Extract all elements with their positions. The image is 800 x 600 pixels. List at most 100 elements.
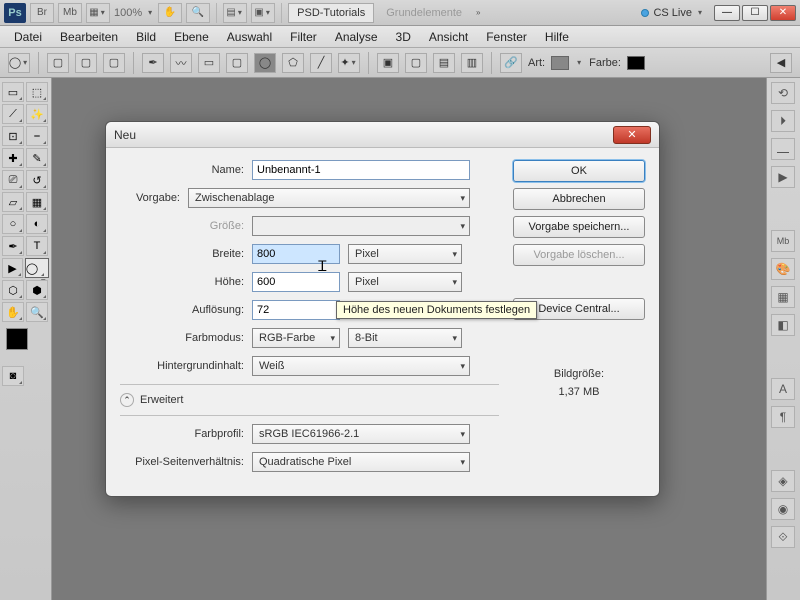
foreground-background-swatch[interactable] — [2, 328, 48, 362]
shape-tool-icon[interactable]: ◯ — [25, 258, 49, 278]
collapse-icon[interactable]: ◀ — [770, 53, 792, 73]
menu-fenster[interactable]: Fenster — [478, 28, 535, 46]
eraser-tool-icon[interactable]: ▱ — [2, 192, 24, 212]
preset-select[interactable]: Zwischenablage — [188, 188, 470, 208]
menu-bearbeiten[interactable]: Bearbeiten — [52, 28, 126, 46]
bit-depth-select[interactable]: 8-Bit — [348, 328, 462, 348]
dialog-titlebar[interactable]: Neu ✕ — [106, 122, 659, 148]
zoom-tool-icon[interactable]: 🔍 — [26, 302, 48, 322]
combine-intersect-icon[interactable]: ▤ — [433, 53, 455, 73]
layers-panel-icon[interactable]: ◈ — [771, 470, 795, 492]
workspace-tab[interactable]: Grundelemente — [378, 4, 470, 22]
minimize-button[interactable]: — — [714, 5, 740, 21]
paths-icon[interactable]: ▢ — [75, 53, 97, 73]
tool-preset-icon[interactable]: ◯▾ — [8, 53, 30, 73]
pen-tool-icon[interactable]: ✒ — [2, 236, 24, 256]
properties-panel-icon[interactable]: ⎼ — [771, 138, 795, 160]
hand-tool-icon[interactable]: ✋ — [158, 3, 182, 23]
brush-tool-icon[interactable]: ✎ — [26, 148, 48, 168]
width-unit-select[interactable]: Pixel — [348, 244, 462, 264]
arrange-docs-icon[interactable]: ▤▾ — [223, 3, 247, 23]
menu-3d[interactable]: 3D — [388, 28, 419, 46]
combine-add-icon[interactable]: ▣ — [377, 53, 399, 73]
color-profile-select[interactable]: sRGB IEC61966-2.1 — [252, 424, 470, 444]
history-panel-icon[interactable]: ⟲ — [771, 82, 795, 104]
ellipse-shape-icon[interactable]: ◯ — [254, 53, 276, 73]
3d-camera-icon[interactable]: ⬢ — [26, 280, 48, 300]
color-mode-select[interactable]: RGB-Farbe — [252, 328, 340, 348]
more-workspaces-icon[interactable]: » — [474, 8, 482, 17]
color-swatch[interactable] — [627, 56, 645, 70]
pixel-aspect-select[interactable]: Quadratische Pixel — [252, 452, 470, 472]
combine-subtract-icon[interactable]: ▢ — [405, 53, 427, 73]
background-select[interactable]: Weiß — [252, 356, 470, 376]
blur-tool-icon[interactable]: ○ — [2, 214, 24, 234]
menu-filter[interactable]: Filter — [282, 28, 325, 46]
channels-panel-icon[interactable]: ◉ — [771, 498, 795, 520]
healing-tool-icon[interactable]: ✚ — [2, 148, 24, 168]
paragraph-panel-icon[interactable]: ¶ — [771, 406, 795, 428]
menu-hilfe[interactable]: Hilfe — [537, 28, 577, 46]
advanced-toggle[interactable]: ⌃ Erweitert — [120, 393, 499, 407]
eyedropper-tool-icon[interactable]: ⎯ — [26, 126, 48, 146]
pen-icon[interactable]: ✒ — [142, 53, 164, 73]
crop-tool-icon[interactable]: ⊡ — [2, 126, 24, 146]
resolution-input[interactable] — [252, 300, 340, 320]
chevron-down-icon[interactable]: ▾ — [146, 8, 154, 17]
stamp-tool-icon[interactable]: ⎚ — [2, 170, 24, 190]
maximize-button[interactable]: ☐ — [742, 5, 768, 21]
workspace-tab-active[interactable]: PSD-Tutorials — [288, 3, 374, 23]
3d-tool-icon[interactable]: ⬡ — [2, 280, 24, 300]
line-shape-icon[interactable]: ╱ — [310, 53, 332, 73]
swatches-panel-icon[interactable]: ▦ — [771, 286, 795, 308]
polygon-shape-icon[interactable]: ⬠ — [282, 53, 304, 73]
styles-panel-icon[interactable]: ◧ — [771, 314, 795, 336]
link-icon[interactable]: 🔗 — [500, 53, 522, 73]
cslive-button[interactable]: CS Live▾ — [635, 7, 710, 19]
shape-layers-icon[interactable]: ▢ — [47, 53, 69, 73]
ok-button[interactable]: OK — [513, 160, 645, 182]
screen-mode-icon[interactable]: ▣▾ — [251, 3, 275, 23]
freeform-pen-icon[interactable]: 〰 — [170, 53, 192, 73]
hand-tool-icon[interactable]: ✋ — [2, 302, 24, 322]
minibridge-panel-icon[interactable]: Mb — [771, 230, 795, 252]
menu-bild[interactable]: Bild — [128, 28, 164, 46]
path-select-icon[interactable]: ▶ — [2, 258, 23, 278]
combine-exclude-icon[interactable]: ▥ — [461, 53, 483, 73]
menu-datei[interactable]: Datei — [6, 28, 50, 46]
menu-ansicht[interactable]: Ansicht — [421, 28, 476, 46]
paths-panel-icon[interactable]: ⟐ — [771, 526, 795, 548]
style-swatch[interactable] — [551, 56, 569, 70]
adjustments-panel-icon[interactable]: ▶ — [771, 166, 795, 188]
dodge-tool-icon[interactable]: ◐ — [26, 214, 48, 234]
height-unit-select[interactable]: Pixel — [348, 272, 462, 292]
zoom-tool-icon[interactable]: 🔍 — [186, 3, 210, 23]
minibridge-icon[interactable]: Mb — [58, 3, 82, 23]
gradient-tool-icon[interactable]: ▦ — [26, 192, 48, 212]
marquee-tool-icon[interactable]: ⬚ — [26, 82, 48, 102]
dialog-close-button[interactable]: ✕ — [613, 126, 651, 144]
view-extras-icon[interactable]: ▦▾ — [86, 3, 110, 23]
rectangle-shape-icon[interactable]: ▭ — [198, 53, 220, 73]
move-tool-icon[interactable]: ▭ — [2, 82, 24, 102]
cancel-button[interactable]: Abbrechen — [513, 188, 645, 210]
save-preset-button[interactable]: Vorgabe speichern... — [513, 216, 645, 238]
color-panel-icon[interactable]: 🎨 — [771, 258, 795, 280]
quickmask-icon[interactable]: ◙ — [2, 366, 24, 386]
menu-ebene[interactable]: Ebene — [166, 28, 217, 46]
menu-auswahl[interactable]: Auswahl — [219, 28, 280, 46]
fill-pixels-icon[interactable]: ▢ — [103, 53, 125, 73]
character-panel-icon[interactable]: A — [771, 378, 795, 400]
name-input[interactable] — [252, 160, 470, 180]
custom-shape-icon[interactable]: ✦▾ — [338, 53, 360, 73]
zoom-level[interactable]: 100% — [114, 7, 142, 19]
menu-analyse[interactable]: Analyse — [327, 28, 386, 46]
type-tool-icon[interactable]: T — [26, 236, 48, 256]
rounded-rect-icon[interactable]: ▢ — [226, 53, 248, 73]
close-button[interactable]: ✕ — [770, 5, 796, 21]
history-brush-icon[interactable]: ↺ — [26, 170, 48, 190]
bridge-icon[interactable]: Br — [30, 3, 54, 23]
actions-panel-icon[interactable]: ⏵ — [771, 110, 795, 132]
lasso-tool-icon[interactable]: ⟋ — [2, 104, 24, 124]
wand-tool-icon[interactable]: ✨ — [26, 104, 48, 124]
